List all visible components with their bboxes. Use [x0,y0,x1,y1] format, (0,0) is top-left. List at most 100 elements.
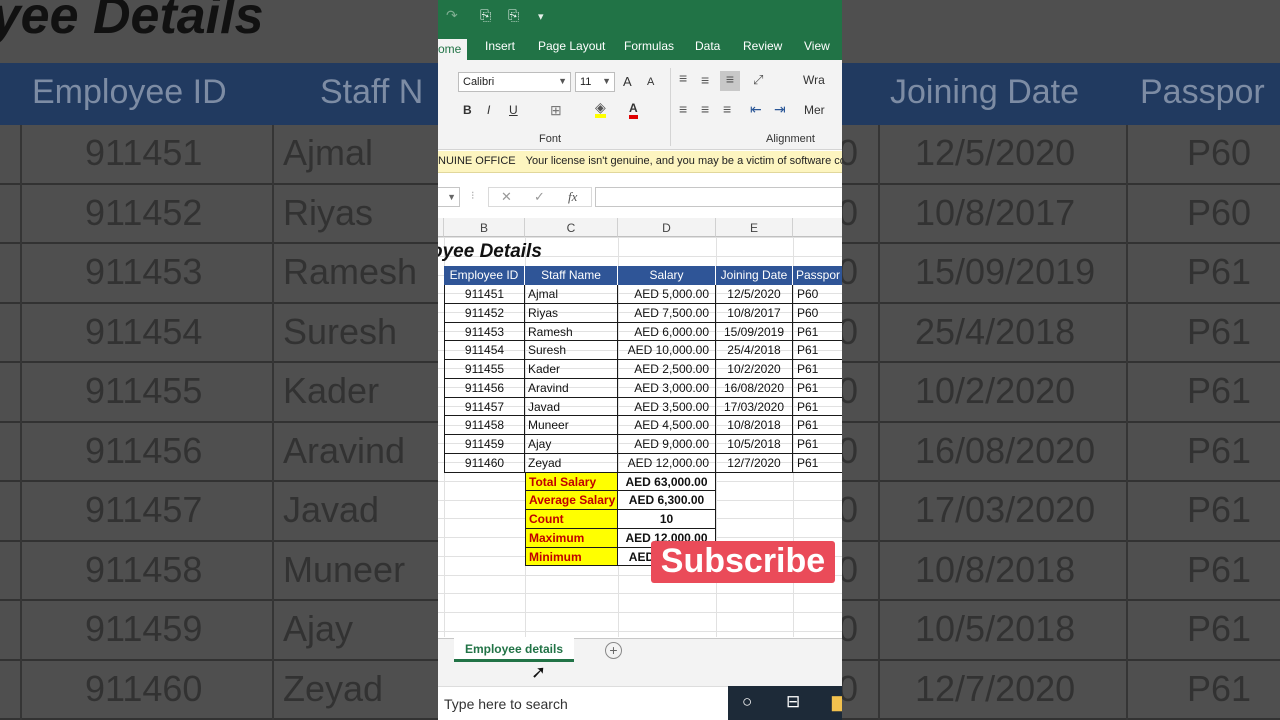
cell-id[interactable]: 911458 [444,416,525,435]
cell-passport[interactable]: P61 [793,323,842,342]
cell-salary[interactable]: AED 10,000.00 [618,341,716,360]
tab-home[interactable]: ome [438,39,468,60]
cell-date[interactable]: 10/8/2017 [716,303,793,323]
orientation-icon[interactable]: ⤢ [753,72,763,88]
formula-input[interactable] [595,187,842,207]
cell-name[interactable]: Ajmal [525,285,618,304]
summary-value[interactable]: AED 6,300.00 [618,491,716,510]
cell-passport[interactable]: P61 [793,416,842,435]
cell-id[interactable]: 911459 [444,435,525,454]
summary-label[interactable]: Maximum [525,528,618,548]
cell-name[interactable]: Muneer [525,416,618,435]
cell-passport[interactable]: P60 [793,285,842,304]
cell-id[interactable]: 911454 [444,341,525,360]
column-header-e[interactable]: E [716,218,793,237]
align-middle-icon[interactable]: ≡ [701,72,709,88]
fill-color-icon[interactable]: ◈ [595,100,606,118]
summary-value[interactable]: 10 [618,510,716,529]
cell-name[interactable]: Riyas [525,303,618,323]
shrink-font-icon[interactable]: A [647,76,654,88]
align-bottom-icon[interactable]: ≡ [720,71,740,91]
cell-name[interactable]: Suresh [525,341,618,360]
cell-salary[interactable]: AED 3,000.00 [618,378,716,398]
cell-passport[interactable]: P60 [793,304,842,323]
cell-date[interactable]: 16/08/2020 [716,378,793,398]
underline-button[interactable]: U [509,103,518,117]
cell-id[interactable]: 911457 [444,397,525,417]
cell-name[interactable]: Kader [525,360,618,379]
cell-salary[interactable]: AED 3,500.00 [618,397,716,417]
cell-passport[interactable]: P61 [793,379,842,398]
touch-mode-icon[interactable]: ⎘ [508,7,519,24]
cell-passport[interactable]: P61 [793,435,842,454]
customize-qat-icon[interactable]: ▾ [538,10,544,23]
font-size-select[interactable]: 11 ▼ [575,72,615,92]
enter-icon[interactable]: ✓ [534,189,545,205]
cell-name[interactable]: Javad [525,397,618,417]
tab-review[interactable]: Review [743,39,782,53]
cell-id[interactable]: 911460 [444,453,525,473]
font-color-button[interactable]: A [629,101,638,119]
cell-date[interactable]: 10/2/2020 [716,360,793,379]
cell-salary[interactable]: AED 6,000.00 [618,322,716,342]
cell-passport[interactable]: P61 [793,398,842,417]
cell-passport[interactable]: P61 [793,454,842,473]
subscribe-overlay[interactable]: Subscribe [651,541,835,583]
cell-id[interactable]: 911456 [444,378,525,398]
tab-insert[interactable]: Insert [485,39,515,53]
cancel-icon[interactable]: ✕ [501,189,512,205]
cell-date[interactable]: 25/4/2018 [716,341,793,360]
cell-id[interactable]: 911455 [444,360,525,379]
summary-label[interactable]: Total Salary [525,472,618,492]
cell-salary[interactable]: AED 9,000.00 [618,435,716,454]
cell-passport[interactable]: P61 [793,341,842,360]
cell-id[interactable]: 911452 [444,303,525,323]
sheet-tab-employee-details[interactable]: Employee details [454,638,574,662]
column-header-f[interactable] [793,218,842,237]
cell-name[interactable]: Zeyad [525,453,618,473]
bold-button[interactable]: B [463,103,472,117]
cell-date[interactable]: 17/03/2020 [716,397,793,417]
cell-date[interactable]: 15/09/2019 [716,322,793,342]
column-header-b[interactable]: B [444,218,525,237]
name-box[interactable]: ▼ [438,187,460,207]
tab-formulas[interactable]: Formulas [624,39,674,53]
cell-date[interactable]: 12/7/2020 [716,453,793,473]
decrease-indent-icon[interactable]: ⇤ [750,101,762,118]
file-explorer-icon[interactable]: ▆ [832,692,842,712]
task-view-icon[interactable]: ⊟ [786,692,800,712]
summary-label[interactable]: Average Salary [525,491,618,510]
tab-view[interactable]: View [804,39,830,53]
summary-label[interactable]: Count [525,510,618,529]
column-header-c[interactable]: C [525,218,618,237]
cell-passport[interactable]: P61 [793,360,842,379]
summary-label[interactable]: Minimum [525,547,618,567]
cell-id[interactable]: 911451 [444,285,525,304]
add-sheet-icon[interactable]: + [605,642,622,659]
cell-salary[interactable]: AED 12,000.00 [618,453,716,473]
cell-date[interactable]: 10/5/2018 [716,435,793,454]
grow-font-icon[interactable]: A [623,74,632,89]
cortana-icon[interactable]: ○ [742,692,752,712]
cell-salary[interactable]: AED 5,000.00 [618,285,716,304]
cell-id[interactable]: 911453 [444,322,525,342]
align-center-icon[interactable]: ≡ [701,101,709,117]
increase-indent-icon[interactable]: ⇥ [774,101,786,118]
redo-icon[interactable]: ↷ [446,7,458,24]
column-header-d[interactable]: D [618,218,716,237]
font-name-select[interactable]: Calibri ▼ [458,72,571,92]
cell-date[interactable]: 12/5/2020 [716,285,793,304]
cell-name[interactable]: Ajay [525,435,618,454]
align-right-icon[interactable]: ≡ [723,101,731,117]
cell-name[interactable]: Ramesh [525,322,618,342]
align-left-icon[interactable]: ≡ [679,101,687,117]
cell-salary[interactable]: AED 2,500.00 [618,360,716,379]
summary-value[interactable]: AED 63,000.00 [618,472,716,492]
tab-page-layout[interactable]: Page Layout [538,39,605,53]
taskbar-search[interactable]: Type here to search [438,686,728,720]
align-top-icon[interactable]: ≡ [679,70,687,86]
wrap-text-button[interactable]: Wra [803,73,825,87]
borders-icon[interactable]: ⊞ [550,102,562,119]
quick-print-icon[interactable]: ⎘ [480,7,491,24]
cell-salary[interactable]: AED 7,500.00 [618,303,716,323]
